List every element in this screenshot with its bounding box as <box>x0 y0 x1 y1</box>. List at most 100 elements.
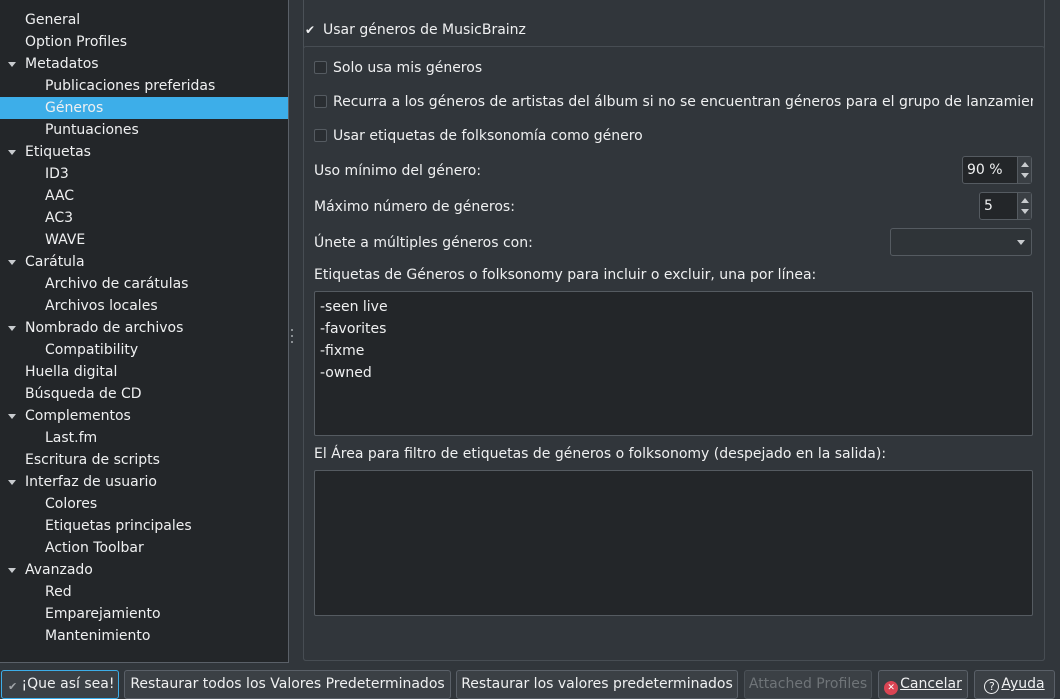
attached-profiles-label: Attached Profiles <box>748 676 868 692</box>
max-genres-stepper[interactable] <box>1017 193 1031 219</box>
splitter-handle[interactable] <box>290 329 293 343</box>
spin-down-arrow-icon[interactable] <box>1021 209 1029 214</box>
expand-arrow-icon[interactable] <box>8 62 16 67</box>
tag-line[interactable]: -owned <box>320 362 1027 384</box>
sidebar-item[interactable]: Metadatos <box>0 53 288 75</box>
cancel-icon: ✕ <box>884 681 899 695</box>
spin-up-arrow-icon[interactable] <box>1021 198 1029 203</box>
folksonomy-tags-label[interactable]: Usar etiquetas de folksonomía como géner… <box>333 126 643 146</box>
expand-arrow-icon[interactable] <box>8 480 16 485</box>
sidebar-item-label: Colores <box>45 496 98 512</box>
sidebar-item-label: Emparejamiento <box>45 606 161 622</box>
attached-profiles-button[interactable]: Attached Profiles <box>744 670 872 699</box>
options-tree[interactable]: General Option Profiles Metadatos Publicaci… <box>0 0 289 663</box>
sidebar-item[interactable]: AC3 <box>0 207 288 229</box>
sidebar-item[interactable]: WAVE <box>0 229 288 251</box>
sidebar-item[interactable]: Publicaciones preferidas <box>0 75 288 97</box>
sidebar-item-label: Archivo de carátulas <box>45 276 189 292</box>
sidebar-item-label: Compatibility <box>45 342 139 358</box>
include-exclude-tags-label: Etiquetas de Géneros o folksonomy para i… <box>314 267 817 283</box>
folksonomy-tags-checkbox[interactable] <box>314 129 327 142</box>
min-genre-usage-stepper[interactable] <box>1017 157 1031 183</box>
sidebar-item-label: Red <box>45 584 72 600</box>
use-musicbrainz-genres-label[interactable]: Usar géneros de MusicBrainz <box>323 20 526 40</box>
sidebar-item[interactable]: Compatibility <box>0 339 288 361</box>
sidebar-item-label: Avanzado <box>25 562 93 578</box>
sidebar-item[interactable]: Mantenimiento <box>0 625 288 647</box>
checkmark-icon: ✔ <box>7 680 18 693</box>
tag-line[interactable]: -seen live <box>320 296 1027 318</box>
artist-genres-fallback-checkbox[interactable] <box>314 95 327 108</box>
sidebar-item-label: Interfaz de usuario <box>25 474 157 490</box>
max-genres-value[interactable]: 5 <box>984 193 993 219</box>
use-musicbrainz-genres-checkbox[interactable] <box>303 23 316 36</box>
sidebar-item[interactable]: Archivo de carátulas <box>0 273 288 295</box>
help-button-label: Ayuda <box>1001 676 1045 692</box>
expand-arrow-icon[interactable] <box>8 326 16 331</box>
expand-arrow-icon[interactable] <box>8 414 16 419</box>
sidebar-item[interactable]: Nombrado de archivos <box>0 317 288 339</box>
sidebar-item[interactable]: Etiquetas principales <box>0 515 288 537</box>
sidebar-item[interactable]: Géneros <box>0 97 288 119</box>
combo-dropdown-button[interactable] <box>1011 229 1031 255</box>
join-genres-combobox[interactable] <box>890 228 1032 256</box>
sidebar-item-label: Archivos locales <box>45 298 158 314</box>
restore-all-defaults-label: Restaurar todos los Valores Predetermina… <box>130 676 445 692</box>
sidebar-item-label: Publicaciones preferidas <box>45 78 216 94</box>
sidebar-item-label: Puntuaciones <box>45 122 139 138</box>
sidebar-item[interactable]: General <box>0 9 288 31</box>
sidebar-item-label: Complementos <box>25 408 131 424</box>
sidebar-item[interactable]: Option Profiles <box>0 31 288 53</box>
sidebar-item-label: Metadatos <box>25 56 99 72</box>
only-my-genres-checkbox[interactable] <box>314 61 327 74</box>
filter-area-textarea[interactable] <box>314 470 1033 616</box>
restore-all-defaults-button[interactable]: Restaurar todos los Valores Predetermina… <box>124 670 451 699</box>
only-my-genres-label[interactable]: Solo usa mis géneros <box>333 58 482 78</box>
sidebar-item-label: Géneros <box>45 100 104 116</box>
tag-line[interactable]: -fixme <box>320 340 1027 362</box>
sidebar-item[interactable]: Last.fm <box>0 427 288 449</box>
sidebar-item[interactable]: Avanzado <box>0 559 288 581</box>
tag-line[interactable]: -favorites <box>320 318 1027 340</box>
sidebar-item[interactable]: Huella digital <box>0 361 288 383</box>
sidebar-item-label: ID3 <box>45 166 69 182</box>
artist-genres-fallback-label[interactable]: Recurra a los géneros de artistas del ál… <box>333 92 1033 112</box>
spin-up-arrow-icon[interactable] <box>1021 162 1029 167</box>
sidebar-item[interactable]: Búsqueda de CD <box>0 383 288 405</box>
sidebar-item-label: Mantenimiento <box>45 628 151 644</box>
ok-button-label: ¡Que así sea! <box>21 676 115 692</box>
sidebar-item[interactable]: Archivos locales <box>0 295 288 317</box>
sidebar-item[interactable]: Action Toolbar <box>0 537 288 559</box>
sidebar-item[interactable]: Carátula <box>0 251 288 273</box>
sidebar-item-label: Huella digital <box>25 364 118 380</box>
min-genre-usage-spinbox[interactable]: 90 % <box>962 156 1032 184</box>
spin-down-arrow-icon[interactable] <box>1021 173 1029 178</box>
filter-area-label: El Área para filtro de etiquetas de géne… <box>314 446 887 462</box>
sidebar-item[interactable]: Colores <box>0 493 288 515</box>
sidebar-item[interactable]: ID3 <box>0 163 288 185</box>
sidebar-item-label: Etiquetas <box>25 144 91 160</box>
sidebar-item[interactable]: Complementos <box>0 405 288 427</box>
sidebar-item[interactable]: Puntuaciones <box>0 119 288 141</box>
sidebar-item-label: Option Profiles <box>25 34 127 50</box>
sidebar-item[interactable]: Etiquetas <box>0 141 288 163</box>
expand-arrow-icon[interactable] <box>8 150 16 155</box>
cancel-button[interactable]: ✕ Cancelar <box>878 670 968 699</box>
sidebar-item-label: Etiquetas principales <box>45 518 192 534</box>
sidebar-item[interactable]: Red <box>0 581 288 603</box>
sidebar-item-label: Escritura de scripts <box>25 452 160 468</box>
max-genres-spinbox[interactable]: 5 <box>979 192 1032 220</box>
sidebar-item[interactable]: Interfaz de usuario <box>0 471 288 493</box>
sidebar-item[interactable]: AAC <box>0 185 288 207</box>
expand-arrow-icon[interactable] <box>8 568 16 573</box>
sidebar-item[interactable]: Escritura de scripts <box>0 449 288 471</box>
restore-defaults-button[interactable]: Restaurar los valores predeterminados <box>456 670 738 699</box>
sidebar-item[interactable]: Emparejamiento <box>0 603 288 625</box>
sidebar-item-label: Action Toolbar <box>45 540 144 556</box>
restore-defaults-label: Restaurar los valores predeterminados <box>461 676 733 692</box>
help-button[interactable]: ? Ayuda <box>974 670 1055 699</box>
include-exclude-tags-textarea[interactable]: -seen live -favorites -fixme -owned <box>314 291 1033 436</box>
expand-arrow-icon[interactable] <box>8 260 16 265</box>
ok-button[interactable]: ✔ ¡Que así sea! <box>1 670 119 699</box>
min-genre-usage-value[interactable]: 90 % <box>967 157 1003 183</box>
